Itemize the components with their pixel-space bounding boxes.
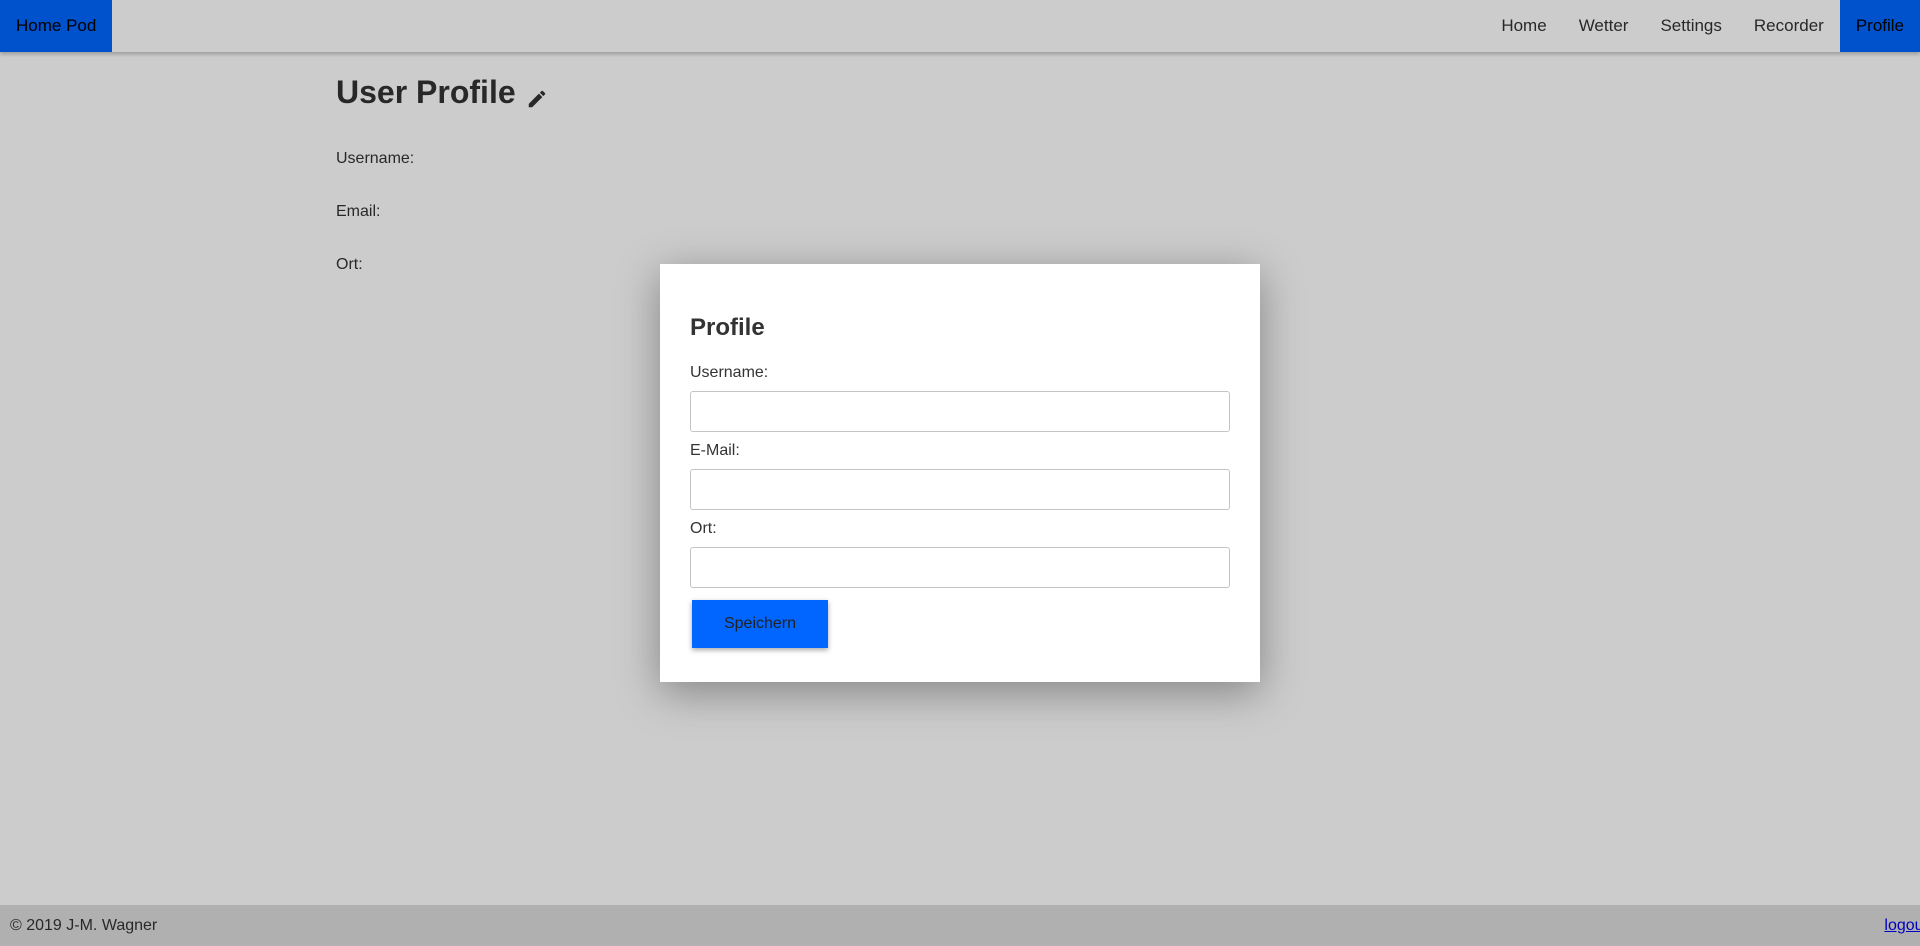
username-input[interactable] (690, 391, 1230, 432)
modal-email-label: E-Mail: (690, 442, 740, 459)
modal-ort-label: Ort: (690, 520, 717, 537)
modal-username-label: Username: (690, 364, 769, 381)
profile-modal: Profile Username: E-Mail: Ort: Speichern (660, 264, 1260, 682)
save-button[interactable]: Speichern (692, 600, 828, 648)
email-input[interactable] (690, 469, 1230, 510)
ort-input[interactable] (690, 547, 1230, 588)
modal-title: Profile (690, 314, 765, 341)
